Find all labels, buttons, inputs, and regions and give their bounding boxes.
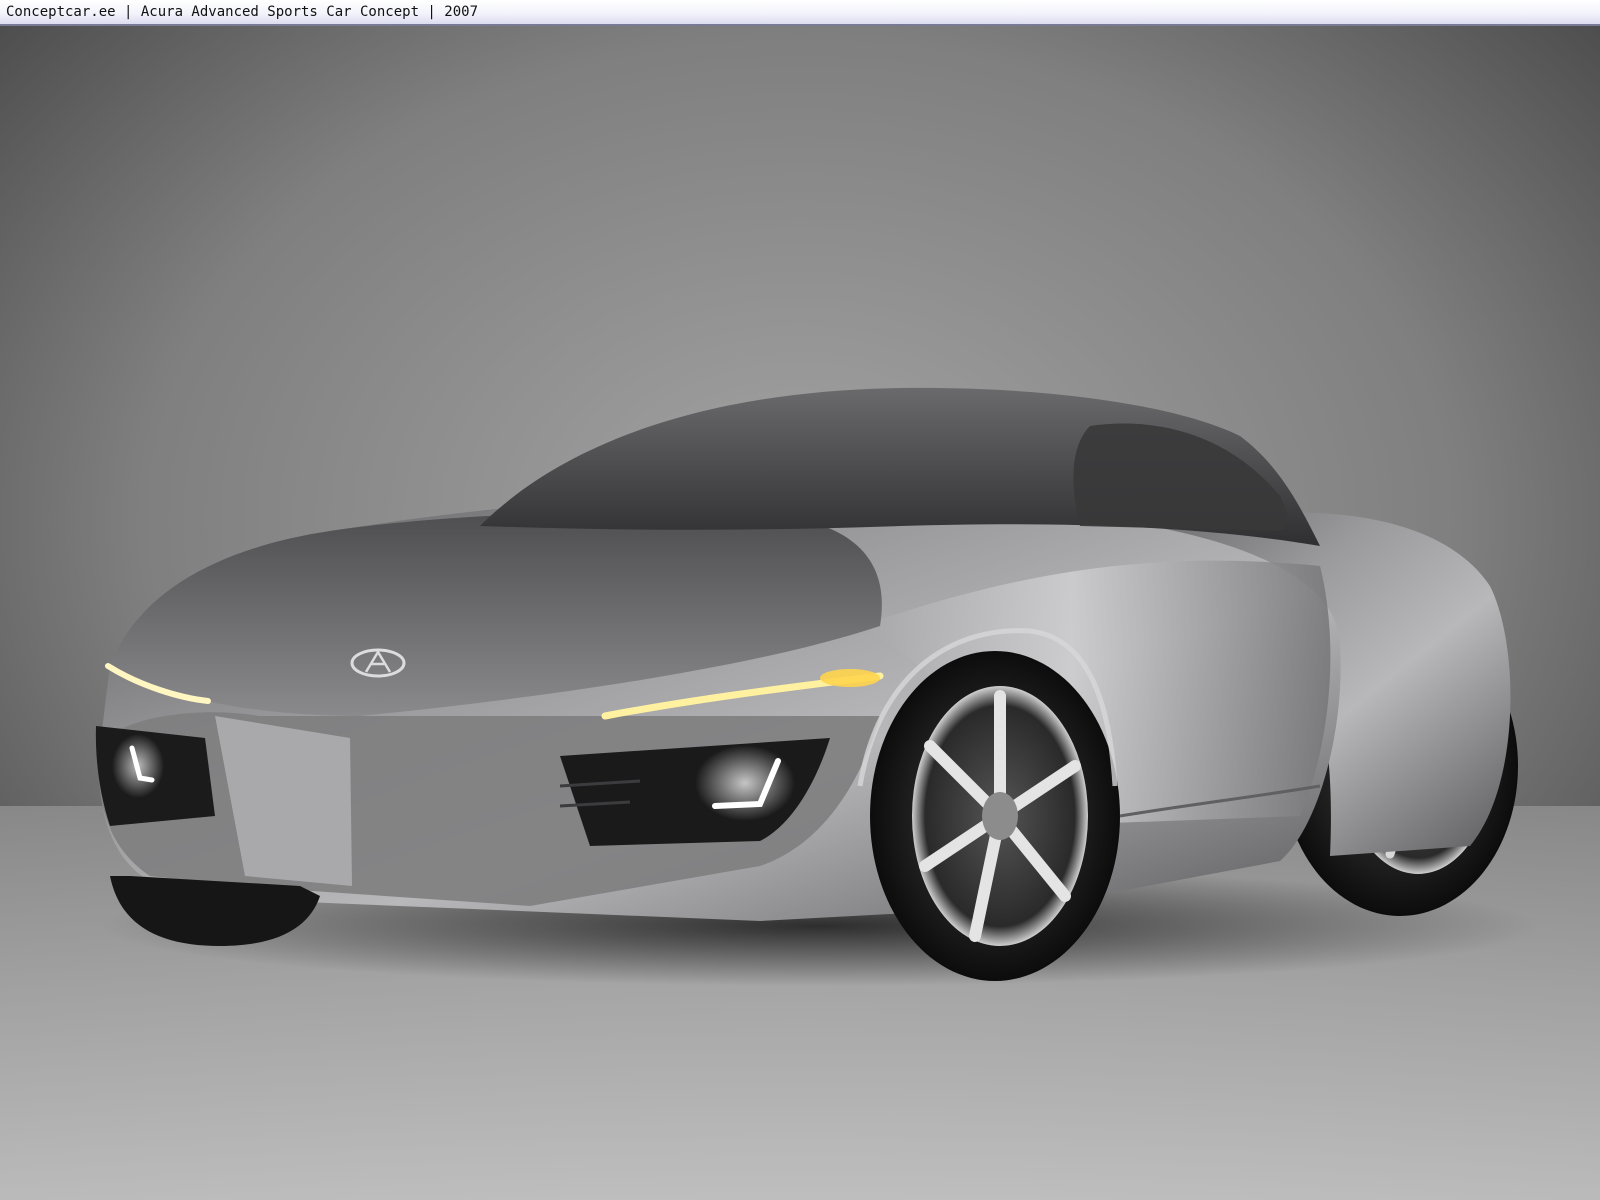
caption-text: Conceptcar.ee | Acura Advanced Sports Ca… xyxy=(6,4,479,20)
left-foglight xyxy=(112,734,164,798)
right-foglight xyxy=(695,745,795,821)
front-wheel xyxy=(870,651,1120,981)
car-photo-illustration xyxy=(0,26,1600,1200)
page: Conceptcar.ee | Acura Advanced Sports Ca… xyxy=(0,0,1600,1200)
caption-bar: Conceptcar.ee | Acura Advanced Sports Ca… xyxy=(0,0,1600,26)
right-headlight-amber xyxy=(820,669,880,687)
car-photo xyxy=(0,26,1600,1200)
